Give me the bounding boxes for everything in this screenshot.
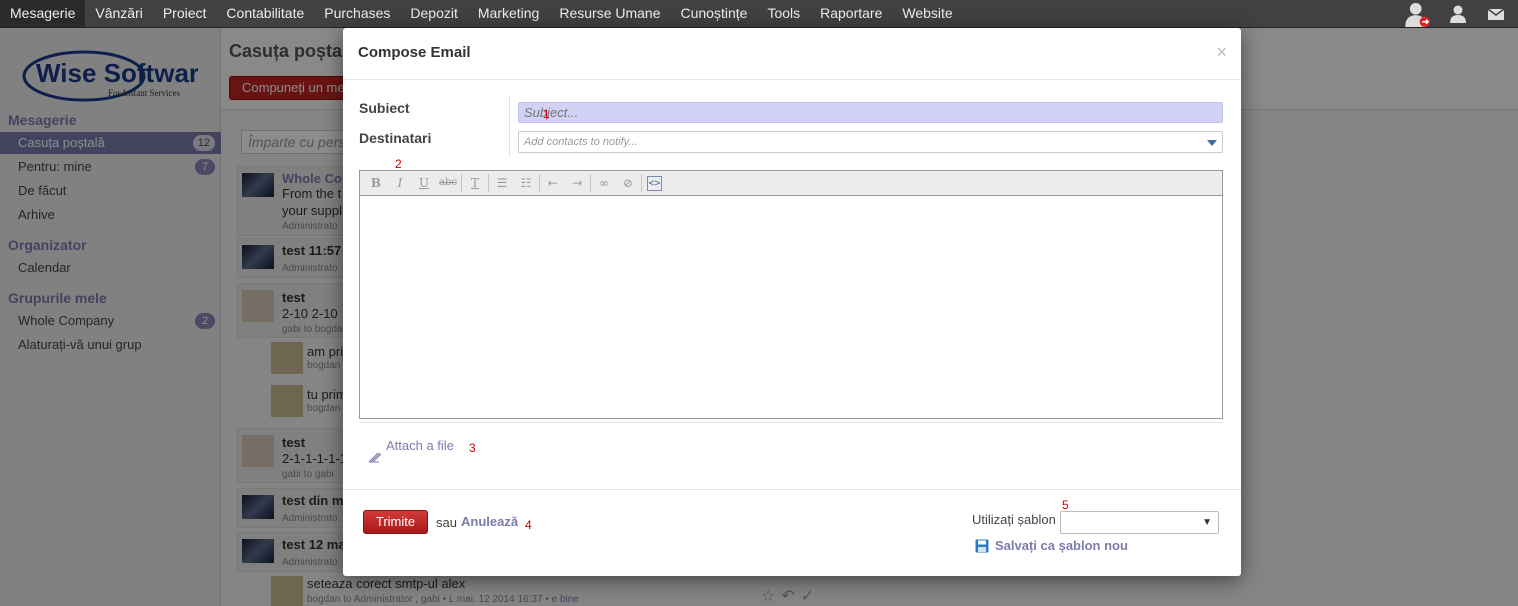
annotation-marker: 1 bbox=[543, 107, 550, 121]
attach-file-link[interactable]: Attach a file bbox=[367, 438, 454, 464]
annotation-marker: 4 bbox=[525, 518, 532, 532]
toolbar-separator bbox=[590, 174, 591, 192]
top-navbar: Mesagerie Vânzări Proiect Contabilitate … bbox=[0, 0, 1518, 28]
bulleted-list-icon[interactable]: ☰ bbox=[490, 173, 514, 193]
main-menu: Mesagerie Vânzări Proiect Contabilitate … bbox=[0, 0, 963, 27]
save-as-template-link[interactable]: Salvați ca șablon nou bbox=[975, 538, 1128, 553]
or-text: sau bbox=[436, 515, 457, 530]
toolbar-separator bbox=[539, 174, 540, 192]
editor-toolbar: B I U abc T ☰ ☷ ⇤ ⇥ ∞ ⊘ <> bbox=[360, 171, 1222, 196]
contacts-placeholder: Add contacts to notify... bbox=[524, 136, 638, 148]
template-select[interactable]: ▼ bbox=[1060, 511, 1219, 534]
bold-button[interactable]: B bbox=[364, 173, 388, 193]
dialog-header: Compose Email × bbox=[343, 28, 1241, 80]
clear-format-button[interactable]: T bbox=[463, 173, 487, 193]
rich-text-editor[interactable]: B I U abc T ☰ ☷ ⇤ ⇥ ∞ ⊘ <> bbox=[359, 170, 1223, 419]
menu-item-proiect[interactable]: Proiect bbox=[153, 0, 217, 27]
subject-label: Subiect bbox=[359, 100, 410, 116]
toolbar-separator bbox=[641, 174, 642, 192]
recipients-label: Destinatari bbox=[359, 130, 432, 146]
mail-icon[interactable] bbox=[1486, 4, 1506, 24]
save-as-template-label: Salvați ca șablon nou bbox=[995, 538, 1128, 553]
menu-item-mesagerie[interactable]: Mesagerie bbox=[0, 0, 86, 27]
close-icon[interactable]: × bbox=[1216, 42, 1227, 63]
source-code-icon[interactable]: <> bbox=[647, 175, 662, 191]
user-profile-icon[interactable] bbox=[1448, 4, 1468, 24]
compose-email-dialog: Compose Email × Subiect Destinatari 1 Ad… bbox=[343, 28, 1241, 576]
link-icon[interactable]: ∞ bbox=[592, 173, 616, 193]
annotation-marker: 2 bbox=[395, 157, 402, 171]
user-logout-icon[interactable] bbox=[1404, 1, 1430, 27]
indent-icon[interactable]: ⇥ bbox=[565, 173, 589, 193]
contacts-input[interactable]: Add contacts to notify... bbox=[518, 131, 1223, 153]
menu-item-raportare[interactable]: Raportare bbox=[810, 0, 892, 27]
toolbar-separator bbox=[461, 174, 462, 192]
topbar-right-icons bbox=[1404, 0, 1506, 28]
menu-item-resurse-umane[interactable]: Resurse Umane bbox=[549, 0, 670, 27]
menu-item-cunostinte[interactable]: Cunoștințe bbox=[671, 0, 758, 27]
menu-item-marketing[interactable]: Marketing bbox=[468, 0, 549, 27]
menu-item-depozit[interactable]: Depozit bbox=[400, 0, 467, 27]
floppy-disk-icon bbox=[975, 539, 989, 552]
annotation-marker: 5 bbox=[1062, 498, 1069, 512]
numbered-list-icon[interactable]: ☷ bbox=[514, 173, 538, 193]
attach-file-label: Attach a file bbox=[386, 438, 454, 453]
field-divider bbox=[509, 97, 510, 157]
dialog-footer: Trimite sau Anulează 4 Utilizați șablon … bbox=[343, 489, 1241, 576]
menu-item-website[interactable]: Website bbox=[892, 0, 962, 27]
send-button[interactable]: Trimite bbox=[363, 510, 428, 534]
subject-input[interactable] bbox=[518, 102, 1223, 123]
divider bbox=[359, 422, 1223, 423]
menu-item-tools[interactable]: Tools bbox=[757, 0, 810, 27]
template-label: Utilizați șablon bbox=[972, 512, 1056, 527]
chevron-down-icon[interactable] bbox=[1207, 140, 1217, 146]
menu-item-vanzari[interactable]: Vânzări bbox=[85, 0, 152, 27]
paperclip-icon bbox=[368, 452, 382, 463]
cancel-link[interactable]: Anulează bbox=[461, 514, 518, 529]
unlink-icon[interactable]: ⊘ bbox=[616, 173, 640, 193]
strikethrough-button[interactable]: abc bbox=[436, 173, 460, 193]
menu-item-contabilitate[interactable]: Contabilitate bbox=[216, 0, 314, 27]
italic-button[interactable]: I bbox=[388, 173, 412, 193]
underline-button[interactable]: U bbox=[412, 173, 436, 193]
menu-item-purchases[interactable]: Purchases bbox=[314, 0, 400, 27]
annotation-marker: 3 bbox=[469, 441, 476, 455]
toolbar-separator bbox=[488, 174, 489, 192]
dialog-title: Compose Email bbox=[358, 44, 471, 61]
dropdown-arrow-icon: ▼ bbox=[1202, 517, 1212, 528]
outdent-icon[interactable]: ⇤ bbox=[541, 173, 565, 193]
